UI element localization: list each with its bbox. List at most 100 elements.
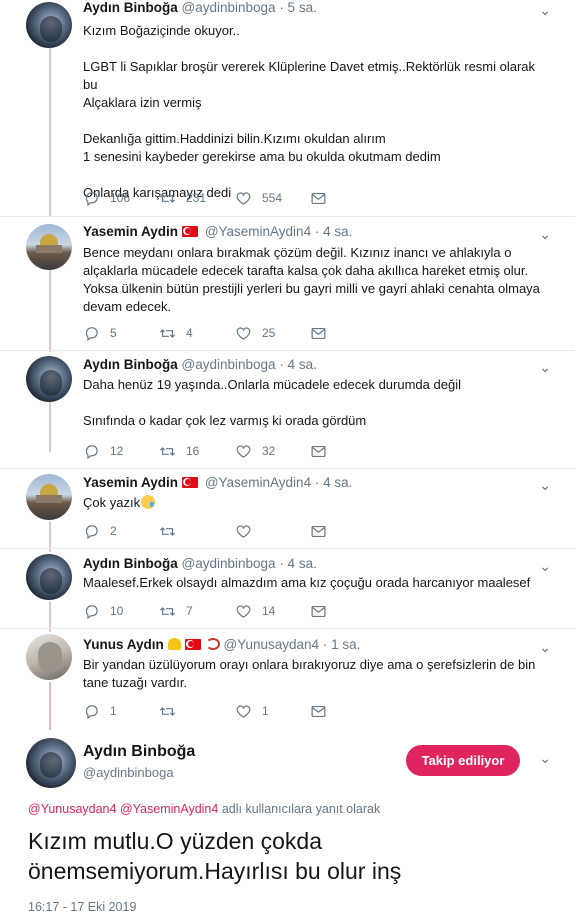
tweet-line: alçaklarla mücadele edecek tarafta kalsa…: [83, 263, 529, 278]
like-button[interactable]: [235, 523, 262, 540]
retweet-button[interactable]: 16: [159, 443, 199, 460]
thread-line: [49, 48, 51, 216]
retweet-icon: [159, 607, 176, 616]
author-name[interactable]: Aydın Binboğa: [83, 556, 178, 571]
retweet-icon: [159, 707, 176, 716]
author-handle[interactable]: @aydinbinboga: [182, 0, 276, 15]
chevron-down-icon[interactable]: ⌄: [539, 477, 551, 494]
dm-button[interactable]: [310, 703, 337, 720]
tweet-line: tane tuzağı vardır.: [83, 675, 188, 690]
chevron-down-icon[interactable]: ⌄: [539, 558, 551, 575]
tweet-header: Yasemin Aydin @YaseminAydin4 · 4 sa.: [83, 224, 352, 239]
turkey-flag-icon: [182, 477, 199, 488]
author-handle[interactable]: @aydinbinboga: [83, 765, 174, 780]
reply-button[interactable]: 10: [83, 603, 123, 620]
dm-button[interactable]: [310, 523, 337, 540]
avatar[interactable]: [26, 554, 72, 600]
like-count: 25: [262, 326, 276, 340]
retweet-button[interactable]: 4: [159, 325, 193, 342]
chevron-down-icon[interactable]: ⌄: [539, 750, 551, 767]
chevron-down-icon[interactable]: ⌄: [539, 226, 551, 243]
author-name[interactable]: Aydın Binboğa: [83, 743, 195, 761]
author-name[interactable]: Yasemin Aydin: [83, 224, 178, 239]
tweet-line: LGBT li Sapıklar broşür vererek Klüpleri…: [83, 59, 539, 92]
author-name[interactable]: Yasemin Aydin: [83, 475, 178, 490]
tweet-line-text: Çok yazık: [83, 495, 141, 510]
thread-line: [49, 682, 51, 730]
reply-button[interactable]: 1: [83, 703, 117, 720]
reply-button[interactable]: 2: [83, 523, 117, 540]
author-handle[interactable]: @aydinbinboga: [182, 556, 276, 571]
divider: [0, 216, 575, 217]
divider: [0, 350, 575, 351]
chevron-down-icon[interactable]: ⌄: [539, 359, 551, 376]
retweet-icon: [159, 527, 176, 536]
reply-context-text: adlı kullanıcılara yanıt olarak: [221, 802, 381, 816]
reply-context: @Yunusaydan4 @YaseminAydin4 adlı kullanı…: [28, 802, 380, 816]
divider: [0, 628, 575, 629]
following-button[interactable]: Takip ediliyor: [406, 745, 520, 776]
thread-line: [49, 402, 51, 452]
tweet-line: [83, 394, 553, 412]
bow-icon: [205, 638, 220, 650]
envelope-icon: [311, 525, 326, 538]
reply-button[interactable]: 12: [83, 443, 123, 460]
tweet-time[interactable]: · 4 sa.: [315, 475, 353, 490]
avatar[interactable]: [26, 634, 72, 680]
chevron-down-icon[interactable]: ⌄: [539, 639, 551, 656]
dm-button[interactable]: [310, 443, 337, 460]
envelope-icon: [311, 605, 326, 618]
author-handle[interactable]: @aydinbinboga: [182, 357, 276, 372]
author-handle[interactable]: @Yunusaydan4: [224, 637, 320, 652]
tweet-line: Yoksa ülkenin bütün prestijli yerleri bu…: [83, 281, 540, 296]
divider: [0, 468, 575, 469]
tweet-line: Dekanlığa gittim.Haddinizi bilin.Kızımı …: [83, 131, 386, 146]
mention-link[interactable]: @Yunusaydan4: [28, 802, 116, 816]
reply-count: 2: [110, 524, 117, 538]
avatar[interactable]: [26, 224, 72, 270]
tweet-time[interactable]: · 4 sa.: [279, 556, 317, 571]
avatar[interactable]: [26, 2, 72, 48]
main-tweet-line: Kızım mutlu.O yüzden çokda: [28, 828, 323, 854]
mention-link[interactable]: @YaseminAydin4: [120, 802, 218, 816]
tweet-timestamp[interactable]: 16:17 - 17 Eki 2019: [28, 900, 136, 914]
retweet-icon: [159, 194, 176, 203]
avatar[interactable]: [26, 474, 72, 520]
reply-button[interactable]: 5: [83, 325, 117, 342]
avatar[interactable]: [26, 738, 76, 788]
author-name[interactable]: Yunus Aydın: [83, 637, 164, 652]
reply-button[interactable]: 106: [83, 190, 130, 207]
tweet-line: Çok yazık: [83, 494, 553, 512]
tweet-time[interactable]: · 4 sa.: [315, 224, 353, 239]
like-button[interactable]: 32: [235, 443, 275, 460]
tweet-time[interactable]: · 1 sa.: [323, 637, 361, 652]
author-name[interactable]: Aydın Binboğa: [83, 0, 178, 15]
like-button[interactable]: 25: [235, 325, 275, 342]
like-button[interactable]: 554: [235, 190, 282, 207]
tweet-line: Sınıfında o kadar çok lez varmış ki orad…: [83, 413, 367, 428]
crying-face-icon: [141, 495, 156, 509]
retweet-button[interactable]: [159, 523, 186, 540]
tweet-line: Bence meydanı onlara bırakmak çözüm deği…: [83, 245, 512, 260]
retweet-count: 231: [186, 191, 207, 205]
main-tweet-text: Kızım mutlu.O yüzden çokda önemsemiyorum…: [28, 826, 498, 886]
envelope-icon: [311, 327, 326, 340]
retweet-button[interactable]: 231: [159, 190, 206, 207]
like-button[interactable]: 14: [235, 603, 275, 620]
tweet-time[interactable]: · 5 sa.: [279, 0, 317, 15]
dm-button[interactable]: [310, 603, 337, 620]
dm-button[interactable]: [310, 190, 337, 207]
author-name[interactable]: Aydın Binboğa: [83, 357, 178, 372]
like-button[interactable]: 1: [235, 703, 269, 720]
dm-button[interactable]: [310, 325, 337, 342]
retweet-button[interactable]: 7: [159, 603, 193, 620]
author-handle[interactable]: @YaseminAydin4: [205, 224, 311, 239]
heart-icon: [236, 705, 251, 718]
tweet-time[interactable]: · 4 sa.: [279, 357, 317, 372]
author-handle[interactable]: @YaseminAydin4: [205, 475, 311, 490]
retweet-button[interactable]: [159, 703, 186, 720]
chevron-down-icon[interactable]: ⌄: [539, 2, 551, 19]
reply-icon: [85, 705, 98, 720]
avatar[interactable]: [26, 356, 72, 402]
heart-icon: [236, 327, 251, 340]
